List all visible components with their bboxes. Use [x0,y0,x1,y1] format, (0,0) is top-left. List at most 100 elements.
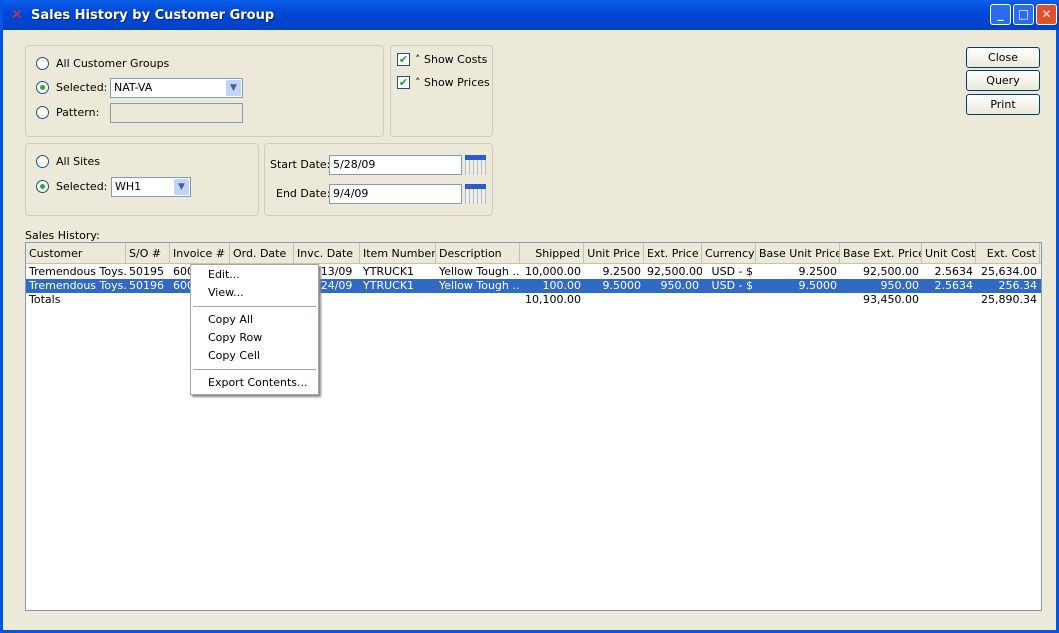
all-sites-radio[interactable] [36,155,49,168]
cell-unit-cost: 2.5634 [934,265,974,278]
menu-item-copy-all[interactable]: Copy All [208,312,253,328]
query-button[interactable]: Query [966,70,1040,91]
print-button[interactable]: Print [966,94,1040,115]
column-header[interactable]: Customer [26,243,126,264]
cell-ext-cost: 256.34 [998,279,1038,292]
minimize-button[interactable]: _ [990,4,1011,25]
menu-separator [193,369,316,370]
column-header[interactable]: Ext. Cost [976,243,1040,264]
selected-customer-group-radio[interactable] [36,81,49,94]
menu-separator [193,306,316,307]
show-prices-text: Show Prices [424,76,490,89]
selected-label: Selected: [56,81,108,94]
cell-base-unit-price: 9.5000 [798,279,838,292]
cell-base-ext-price: 92,500.00 [863,265,919,278]
cell-description: Yellow Tough ... [439,279,520,292]
cell-base-ext-price: 950.00 [880,279,920,292]
cell-ext-price: 92,500.00 [647,265,702,278]
end-date-input[interactable]: 9/4/09 [329,184,462,204]
cell-invc-date: /24/09 [317,279,353,292]
maximize-button[interactable]: □ [1013,4,1034,25]
column-header[interactable]: Unit Cost [922,243,976,264]
pattern-input[interactable] [110,103,243,123]
column-header[interactable]: Unit Price [584,243,644,264]
customer-group-combo[interactable]: NAT-VA ▼ [110,78,243,98]
cell-ext-cost: 25,634.00 [981,265,1037,278]
column-header[interactable]: Invc. Date [294,243,360,264]
site-combo[interactable]: WH1 ▼ [111,177,191,197]
cell-ext-price: 950.00 [660,279,700,292]
table-row[interactable]: Tremendous Toys... 50196 600/24/09 YTRUCK1 Y… [26,279,1041,293]
close-window-button[interactable]: ✕ [1036,4,1057,25]
menu-item-view[interactable]: View... [208,285,244,301]
start-date-label: Start Date: [270,158,331,171]
menu-item-copy-cell[interactable]: Copy Cell [208,348,260,364]
totals-label: Totals [29,293,61,306]
table-row[interactable]: Tremendous Toys... 50195 600/13/09 YTRUCK1 Y… [26,265,1041,279]
cell-customer: Tremendous Toys... [29,265,126,278]
chevron-down-icon[interactable]: ▼ [174,179,189,195]
show-costs-label: ˄ Show Costs [415,53,488,66]
column-header[interactable]: Invoice # [170,243,230,264]
column-header[interactable]: Ext. Price [644,243,702,264]
cell-description: Yellow Tough ... [439,265,520,278]
menu-item-copy-row[interactable]: Copy Row [208,330,262,346]
menu-item-export-contents[interactable]: Export Contents... [208,375,307,391]
all-customer-groups-label: All Customer Groups [56,57,170,70]
sales-history-table[interactable]: Customer S/O # Invoice # Ord. Date Invc. Dat… [25,242,1042,611]
all-customer-groups-radio[interactable] [36,57,49,70]
context-menu: Edit... View... Copy All Copy Row Copy C… [190,264,319,395]
column-header[interactable]: Item Number [360,243,436,264]
totals-base-ext-price: 93,450.00 [863,293,919,306]
cell-currency: USD - $ [711,279,753,292]
start-date-input[interactable]: 5/28/09 [329,155,462,175]
show-prices-label: ˄ Show Prices [415,76,490,89]
cell-invc-date: /13/09 [317,265,353,278]
sales-history-label: Sales History: [25,229,100,242]
column-header[interactable]: Base Unit Price [756,243,840,264]
cell-unit-price: 9.2500 [602,265,642,278]
app-logo-icon: ✕ [11,7,23,23]
show-prices-checkbox[interactable]: ✔ [397,76,410,89]
calendar-icon[interactable] [465,155,486,175]
totals-ext-cost: 25,890.34 [981,293,1037,306]
menu-item-edit[interactable]: Edit... [208,267,240,283]
totals-row: Totals 10,100.00 93,450.00 25,890.34 [26,293,1041,307]
chevron-down-icon[interactable]: ▼ [226,80,241,96]
totals-shipped: 10,100.00 [525,293,581,306]
show-costs-checkbox[interactable]: ✔ [397,53,410,66]
window-title: Sales History by Customer Group [31,7,275,23]
column-header[interactable]: Description [436,243,520,264]
pattern-label: Pattern: [56,106,100,119]
cell-so: 50195 [129,265,164,278]
column-header[interactable]: Base Ext. Price [840,243,922,264]
cell-customer: Tremendous Toys... [29,279,126,292]
all-sites-label: All Sites [56,155,100,168]
close-button[interactable]: Close [966,47,1040,68]
table-header: Customer S/O # Invoice # Ord. Date Invc. Dat… [26,243,1041,264]
cell-item: YTRUCK1 [363,279,415,292]
cell-unit-price: 9.5000 [602,279,642,292]
cell-shipped: 10,000.00 [525,265,581,278]
column-header[interactable]: S/O # [126,243,170,264]
cell-currency: USD - $ [711,265,753,278]
pattern-radio[interactable] [36,106,49,119]
cell-unit-cost: 2.5634 [934,279,974,292]
selected-site-radio[interactable] [36,180,49,193]
end-date-label: End Date: [276,187,331,200]
customer-group-value: NAT-VA [114,81,153,94]
date-range-box [264,143,493,216]
cell-item: YTRUCK1 [363,265,415,278]
site-value: WH1 [115,180,142,193]
column-header[interactable]: Currency [702,243,756,264]
cell-so: 50196 [129,279,164,292]
column-header[interactable]: Ord. Date [230,243,294,264]
selected-site-label: Selected: [56,180,108,193]
column-header[interactable]: Shipped [520,243,584,264]
title-bar: ✕ Sales History by Customer Group _ □ ✕ [3,0,1059,30]
main-window: ✕ Sales History by Customer Group _ □ ✕ … [0,0,1059,633]
cell-shipped: 100.00 [542,279,582,292]
calendar-icon[interactable] [465,184,486,204]
cell-base-unit-price: 9.2500 [798,265,838,278]
show-costs-text: Show Costs [424,53,488,66]
